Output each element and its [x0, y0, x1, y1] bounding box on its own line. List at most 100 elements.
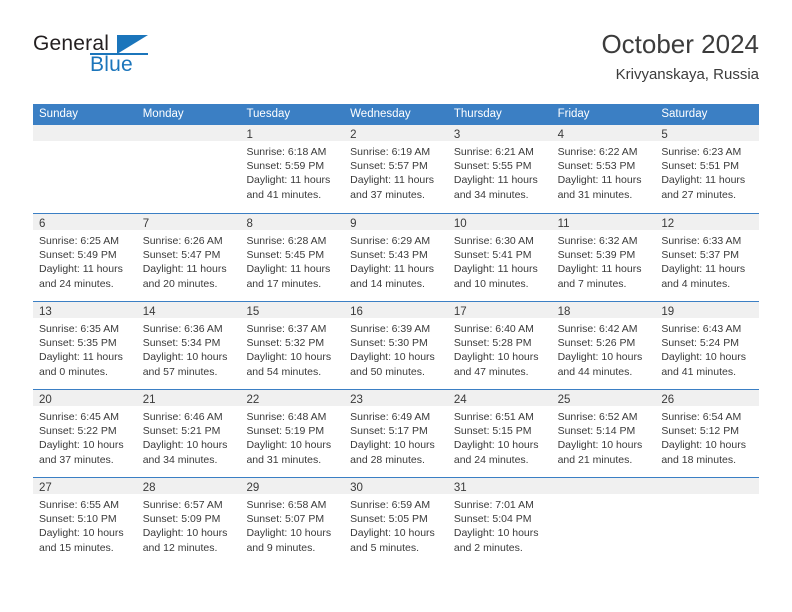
day-details: Sunrise: 6:45 AM Sunset: 5:22 PM Daylight:… [33, 406, 137, 467]
sunrise-text: Sunrise: 6:21 AM [453, 146, 534, 158]
day-details: Sunrise: 6:54 AM Sunset: 5:12 PM Daylight:… [655, 406, 759, 467]
calendar-day-cell[interactable]: 1 Sunrise: 6:18 AM Sunset: 5:59 PM Daylight… [240, 125, 345, 213]
day-details: Sunrise: 6:22 AM Sunset: 5:53 PM Daylight:… [552, 141, 656, 202]
daylight-text: Daylight: 11 hours [453, 174, 538, 187]
day-number: 10 [453, 218, 467, 230]
calendar-day-cell[interactable]: 11 Sunrise: 6:32 AM Sunset: 5:39 PM Dayligh… [551, 214, 656, 301]
daylight-text-cont: and 41 minutes. [246, 188, 322, 201]
calendar-day-cell[interactable]: 29 Sunrise: 6:58 AM Sunset: 5:07 PM Dayligh… [240, 478, 345, 565]
calendar-day-cell[interactable]: 16 Sunrise: 6:39 AM Sunset: 5:30 PM Dayligh… [344, 302, 448, 389]
weekday-header-wednesday: Wednesday [350, 108, 411, 120]
daylight-text-cont: and 20 minutes. [142, 277, 218, 290]
day-details [137, 141, 241, 145]
sunset-text: Sunset: 5:15 PM [453, 425, 532, 438]
calendar-day-cell[interactable]: 8 Sunrise: 6:28 AM Sunset: 5:45 PM Daylight… [240, 214, 345, 301]
sunset-text: Sunset: 5:12 PM [661, 425, 739, 438]
calendar-day-cell[interactable]: 3 Sunrise: 6:21 AM Sunset: 5:55 PM Daylight… [447, 125, 552, 213]
day-details: Sunrise: 6:55 AM Sunset: 5:10 PM Daylight:… [33, 494, 137, 555]
sunrise-text: Sunrise: 6:35 AM [39, 323, 119, 335]
daylight-text: Daylight: 10 hours [350, 527, 435, 540]
sunrise-text: Sunrise: 6:42 AM [557, 323, 638, 335]
day-number: 2 [350, 129, 357, 141]
sunrise-text: Sunrise: 6:39 AM [350, 323, 431, 335]
calendar-day-cell[interactable]: 6 Sunrise: 6:25 AM Sunset: 5:49 PM Daylight… [33, 214, 137, 301]
calendar-day-cell[interactable]: 4 Sunrise: 6:22 AM Sunset: 5:53 PM Daylight… [551, 125, 656, 213]
sunset-text: Sunset: 5:22 PM [39, 425, 117, 438]
day-number-band: 31 [447, 478, 552, 494]
day-details: Sunrise: 6:29 AM Sunset: 5:43 PM Daylight:… [344, 230, 448, 291]
daylight-text: Daylight: 11 hours [557, 174, 642, 187]
daylight-text-cont: and 27 minutes. [661, 188, 737, 201]
day-number: 23 [350, 394, 363, 406]
calendar-day-cell[interactable]: 31 Sunrise: 7:01 AM Sunset: 5:04 PM Dayligh… [447, 478, 552, 565]
daylight-text-cont: and 15 minutes. [39, 541, 114, 554]
calendar-day-cell[interactable]: 30 Sunrise: 6:59 AM Sunset: 5:05 PM Dayligh… [344, 478, 448, 565]
calendar-day-cell[interactable]: 24 Sunrise: 6:51 AM Sunset: 5:15 PM Dayligh… [447, 390, 552, 477]
sunset-text: Sunset: 5:14 PM [557, 425, 636, 438]
calendar-day-cell[interactable]: 27 Sunrise: 6:55 AM Sunset: 5:10 PM Dayligh… [33, 478, 137, 565]
calendar-day-cell[interactable]: 2 Sunrise: 6:19 AM Sunset: 5:57 PM Daylight… [344, 125, 448, 213]
day-number: 3 [453, 129, 461, 141]
calendar-day-cell[interactable]: 22 Sunrise: 6:48 AM Sunset: 5:19 PM Dayligh… [240, 390, 345, 477]
calendar-day-cell[interactable]: 25 Sunrise: 6:52 AM Sunset: 5:14 PM Dayligh… [551, 390, 656, 477]
sunrise-text: Sunrise: 6:54 AM [661, 411, 742, 423]
day-number-band: 29 [240, 478, 345, 494]
sunset-text: Sunset: 5:57 PM [350, 160, 428, 173]
day-number-band: 7 [136, 214, 241, 230]
calendar-day-cell[interactable]: 10 Sunrise: 6:30 AM Sunset: 5:41 PM Dayligh… [447, 214, 552, 301]
sunrise-text: Sunrise: 6:33 AM [661, 235, 742, 247]
daylight-text-cont: and 14 minutes. [350, 277, 425, 290]
calendar-day-cell[interactable]: 19 Sunrise: 6:43 AM Sunset: 5:24 PM Dayligh… [655, 302, 760, 389]
daylight-text: Daylight: 10 hours [453, 527, 539, 540]
day-number: 15 [246, 306, 260, 318]
day-number-band: 30 [344, 478, 448, 494]
day-number-band: 8 [240, 214, 345, 230]
weekday-header-friday: Friday [557, 108, 590, 120]
day-number: 14 [142, 306, 156, 318]
day-number: 16 [350, 306, 363, 318]
calendar-day-cell[interactable]: 17 Sunrise: 6:40 AM Sunset: 5:28 PM Dayligh… [447, 302, 552, 389]
calendar-day-empty [136, 125, 241, 213]
daylight-text-cont: and 28 minutes. [350, 453, 425, 466]
daylight-text-cont: and 5 minutes. [350, 541, 420, 554]
sunrise-text: Sunrise: 6:40 AM [453, 323, 534, 335]
daylight-text: Daylight: 10 hours [350, 351, 435, 364]
sunrise-text: Sunrise: 6:58 AM [246, 499, 327, 511]
sunset-text: Sunset: 5:04 PM [453, 513, 532, 526]
calendar-day-cell[interactable]: 7 Sunrise: 6:26 AM Sunset: 5:47 PM Daylight… [136, 214, 241, 301]
day-details: Sunrise: 6:36 AM Sunset: 5:34 PM Daylight:… [137, 318, 241, 379]
calendar-day-cell[interactable]: 21 Sunrise: 6:46 AM Sunset: 5:21 PM Dayligh… [136, 390, 241, 477]
calendar-week-row: 20 Sunrise: 6:45 AM Sunset: 5:22 PM Dayligh… [33, 389, 760, 477]
sunrise-text: Sunrise: 7:01 AM [453, 499, 534, 511]
calendar-day-cell[interactable]: 26 Sunrise: 6:54 AM Sunset: 5:12 PM Dayligh… [655, 390, 760, 477]
day-number: 27 [39, 482, 52, 494]
calendar-day-cell[interactable]: 18 Sunrise: 6:42 AM Sunset: 5:26 PM Dayligh… [551, 302, 656, 389]
day-number-band [551, 478, 656, 494]
calendar-day-cell[interactable]: 5 Sunrise: 6:23 AM Sunset: 5:51 PM Daylight… [655, 125, 760, 213]
calendar-day-cell[interactable]: 14 Sunrise: 6:36 AM Sunset: 5:34 PM Dayligh… [136, 302, 241, 389]
daylight-text: Daylight: 10 hours [142, 527, 228, 540]
day-details: Sunrise: 6:25 AM Sunset: 5:49 PM Daylight:… [33, 230, 137, 291]
sunset-text: Sunset: 5:32 PM [246, 337, 325, 350]
calendar-day-cell[interactable]: 12 Sunrise: 6:33 AM Sunset: 5:37 PM Dayligh… [655, 214, 760, 301]
calendar-day-cell[interactable]: 9 Sunrise: 6:29 AM Sunset: 5:43 PM Daylight… [344, 214, 448, 301]
day-details: Sunrise: 6:57 AM Sunset: 5:09 PM Daylight:… [137, 494, 241, 555]
day-number: 20 [39, 394, 52, 406]
calendar-day-cell[interactable]: 28 Sunrise: 6:57 AM Sunset: 5:09 PM Dayligh… [136, 478, 241, 565]
calendar-day-cell[interactable]: 13 Sunrise: 6:35 AM Sunset: 5:35 PM Dayligh… [33, 302, 137, 389]
sunset-text: Sunset: 5:59 PM [246, 160, 325, 173]
daylight-text-cont: and 18 minutes. [661, 453, 737, 466]
calendar-day-cell[interactable]: 20 Sunrise: 6:45 AM Sunset: 5:22 PM Dayligh… [33, 390, 137, 477]
day-details [552, 494, 656, 498]
daylight-text: Daylight: 10 hours [557, 351, 643, 364]
daylight-text: Daylight: 10 hours [246, 439, 332, 452]
calendar-day-cell[interactable]: 23 Sunrise: 6:49 AM Sunset: 5:17 PM Dayligh… [344, 390, 448, 477]
day-number: 9 [350, 218, 357, 230]
day-details: Sunrise: 6:26 AM Sunset: 5:47 PM Daylight:… [137, 230, 241, 291]
day-number: 13 [39, 306, 52, 318]
calendar-day-cell[interactable]: 15 Sunrise: 6:37 AM Sunset: 5:32 PM Dayligh… [240, 302, 345, 389]
day-number-band: 4 [551, 125, 656, 141]
day-details: Sunrise: 6:52 AM Sunset: 5:14 PM Daylight:… [552, 406, 656, 467]
day-details [33, 141, 137, 145]
day-details: Sunrise: 6:43 AM Sunset: 5:24 PM Daylight:… [655, 318, 759, 379]
